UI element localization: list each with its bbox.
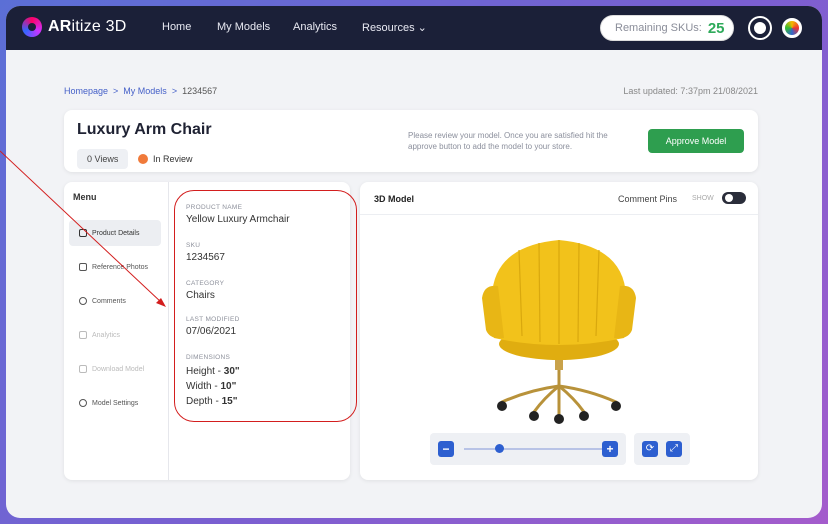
annotation-arrow	[0, 150, 166, 307]
